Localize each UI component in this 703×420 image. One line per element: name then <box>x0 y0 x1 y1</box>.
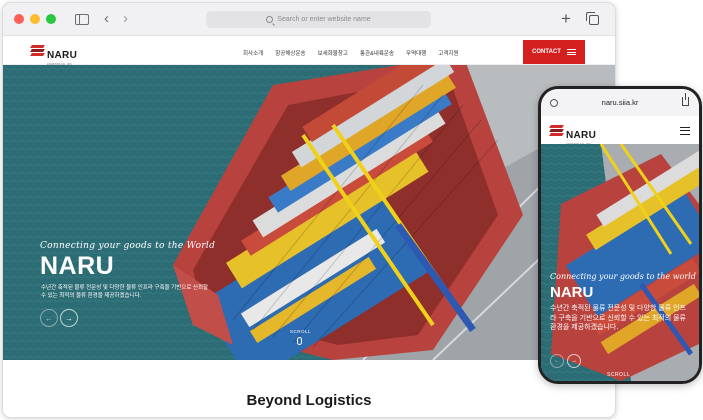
mobile-browser-bar: naru.siia.kr <box>541 89 699 116</box>
menu-item-support[interactable]: 고객지원 <box>438 49 458 57</box>
close-window-button[interactable] <box>14 14 24 24</box>
forward-arrow-icon[interactable]: › <box>123 11 128 26</box>
mobile-hero-title: NARU <box>550 284 594 301</box>
arrow-right-icon: → <box>65 313 73 323</box>
new-tab-icon[interactable]: + <box>561 10 571 27</box>
sidebar-toggle-icon[interactable] <box>75 14 89 25</box>
mobile-next-slide-button[interactable]: → <box>567 354 581 368</box>
mobile-site-logo[interactable]: NARU LOGISTICS CO., LTD. <box>549 125 597 146</box>
prev-slide-button[interactable]: ← <box>40 309 58 327</box>
minimize-window-button[interactable] <box>30 14 40 24</box>
contact-button[interactable]: CONTACT <box>523 40 585 64</box>
intro-section: Beyond Logistics <box>3 360 615 417</box>
menu-item-trade-agency[interactable]: 무역대행 <box>406 49 426 57</box>
logo-mark-icon <box>30 45 45 56</box>
desktop-browser: ‹ › Search or enter website name + NARU … <box>2 2 616 418</box>
menu-item-company[interactable]: 회사소개 <box>243 49 263 57</box>
mobile-site-header: NARU LOGISTICS CO., LTD. <box>541 116 699 146</box>
tab-overview-icon[interactable] <box>586 12 599 25</box>
site-header: NARU LOGISTICS CO., LTD. 회사소개 항공해상운송 보세화… <box>3 37 615 66</box>
stage: ‹ › Search or enter website name + NARU … <box>0 0 703 420</box>
search-icon <box>266 16 274 23</box>
mobile-hero-description: 수년간 축적된 물류 전문성 및 다양한 물류 인프라 구축을 기반으로 신뢰할… <box>550 305 686 331</box>
arrow-left-icon: ← <box>554 358 560 364</box>
logo-text: NARU <box>47 50 78 61</box>
mouse-scroll-icon <box>297 337 302 345</box>
share-icon[interactable] <box>682 93 689 106</box>
container-ship-photo <box>3 65 615 360</box>
mobile-hero-section: Connecting your goods to the world NARU … <box>541 144 699 381</box>
hamburger-menu-icon[interactable] <box>680 127 690 135</box>
scroll-indicator-label: SCROLL <box>290 329 312 334</box>
menu-item-bonded-warehouse[interactable]: 보세화물창고 <box>318 49 348 57</box>
mobile-prev-slide-button[interactable]: ← <box>550 354 564 368</box>
address-placeholder: Search or enter website name <box>277 16 371 23</box>
browser-toolbar: ‹ › Search or enter website name + <box>3 3 615 36</box>
mobile-screen: naru.siia.kr NARU LOGISTICS CO., LTD. <box>541 89 699 381</box>
hero-section: Connecting your goods to the World NARU … <box>3 65 615 360</box>
menu-icon <box>566 49 576 55</box>
arrow-right-icon: → <box>571 358 577 364</box>
maximize-window-button[interactable] <box>46 14 56 24</box>
mobile-device: naru.siia.kr NARU LOGISTICS CO., LTD. <box>538 86 702 384</box>
mobile-url[interactable]: naru.siia.kr <box>541 98 699 107</box>
logo-mark-icon <box>549 125 564 136</box>
hero-tagline: Connecting your goods to the World <box>40 241 216 251</box>
back-arrow-icon[interactable]: ‹ <box>104 11 109 26</box>
address-bar[interactable]: Search or enter website name <box>206 11 431 28</box>
next-slide-button[interactable]: → <box>60 309 78 327</box>
menu-item-air-sea[interactable]: 항공해상운송 <box>275 49 305 57</box>
mobile-hero-tagline: Connecting your goods to the world <box>550 272 696 281</box>
mobile-logo-text: NARU <box>566 130 597 141</box>
site-logo[interactable]: NARU LOGISTICS CO., LTD. <box>30 45 78 66</box>
contact-label: CONTACT <box>532 49 561 55</box>
intro-title: Beyond Logistics <box>246 392 372 409</box>
arrow-left-icon: ← <box>45 313 53 323</box>
menu-item-customs-inland[interactable]: 통관&내륙운송 <box>360 49 394 57</box>
main-menu: 회사소개 항공해상운송 보세화물창고 통관&내륙운송 무역대행 고객지원 <box>243 49 459 57</box>
mobile-container-ship-photo <box>541 144 699 381</box>
mobile-scroll-label: SCROLL <box>607 372 631 378</box>
hero-description: 수년간 축적된 물류 전문성 및 다양한 물류 인프라 구축을 기반으로 신뢰할… <box>41 285 209 299</box>
hero-title: NARU <box>40 252 115 280</box>
